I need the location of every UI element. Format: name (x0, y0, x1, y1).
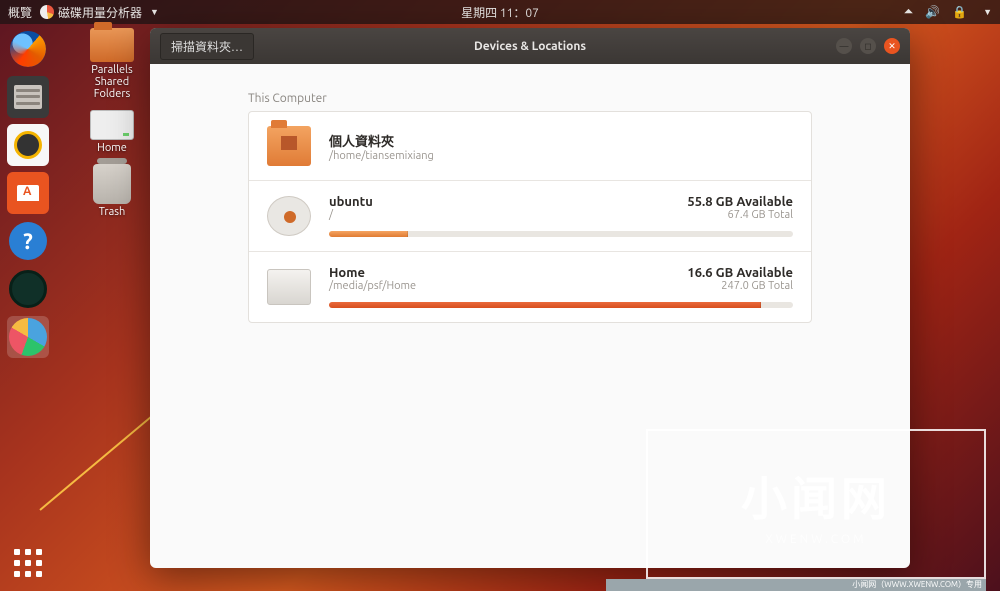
help-icon[interactable]: ? (7, 220, 49, 262)
clocks-icon[interactable] (7, 268, 49, 310)
usage-bar (329, 302, 793, 308)
desktop-trash[interactable]: Trash (93, 164, 131, 218)
disk-usage-analyzer-icon[interactable] (7, 316, 49, 358)
show-applications-button[interactable] (14, 549, 42, 577)
row-name: Home (329, 266, 365, 280)
desktop-icons: Parallels Shared Folders Home Trash (70, 28, 154, 218)
locations-list: 個人資料夾 /home/tiansemixiang ubuntu 55.8 GB… (248, 111, 812, 323)
chevron-down-icon: ▼ (983, 7, 992, 17)
row-total: 247.0 GB Total (721, 280, 793, 292)
row-path: / (329, 209, 333, 221)
network-icon[interactable]: ⏶ (904, 5, 914, 19)
files-icon[interactable] (7, 76, 49, 118)
battery-icon[interactable]: 🔒 (952, 5, 967, 19)
scan-folder-button[interactable]: 掃描資料夾… (160, 33, 254, 60)
row-path: /media/psf/Home (329, 280, 416, 292)
section-header: This Computer (248, 92, 812, 105)
desktop-home-drive[interactable]: Home (90, 110, 134, 154)
row-path: /home/tiansemixiang (329, 150, 434, 162)
watermark: 小闻网 XWENW.COM (646, 429, 986, 579)
minimize-button[interactable]: — (836, 38, 852, 54)
location-row-home-folder[interactable]: 個人資料夾 /home/tiansemixiang (249, 112, 811, 180)
row-available: 55.8 GB Available (687, 195, 793, 209)
top-panel: 概覽 磁碟用量分析器 ▼ 星期四 11：07 ⏶ 🔊 🔒 ▼ (0, 0, 1000, 24)
titlebar[interactable]: 掃描資料夾… Devices & Locations — ◻ ✕ (150, 28, 910, 64)
location-row-home-media[interactable]: Home 16.6 GB Available /media/psf/Home 2… (249, 251, 811, 322)
external-disk-icon (267, 269, 311, 305)
usage-bar (329, 231, 793, 237)
window-title: Devices & Locations (474, 40, 586, 53)
rhythmbox-icon[interactable] (7, 124, 49, 166)
disk-analyzer-icon (40, 5, 54, 19)
maximize-button[interactable]: ◻ (860, 38, 876, 54)
watermark-strip: 小闻网（WWW.XWENW.COM）专用 (606, 579, 986, 591)
disk-icon (267, 196, 311, 236)
app-menu[interactable]: 磁碟用量分析器 ▼ (40, 4, 159, 21)
launcher: ? (4, 28, 52, 358)
row-name: ubuntu (329, 195, 373, 209)
row-total: 67.4 GB Total (728, 209, 794, 221)
location-row-ubuntu[interactable]: ubuntu 55.8 GB Available / 67.4 GB Total (249, 180, 811, 251)
volume-icon[interactable]: 🔊 (925, 5, 940, 19)
activities-button[interactable]: 概覽 (8, 4, 32, 21)
firefox-icon[interactable] (7, 28, 49, 70)
row-available: 16.6 GB Available (687, 266, 793, 280)
desktop-parallels-folder[interactable]: Parallels Shared Folders (90, 28, 134, 100)
clock[interactable]: 星期四 11：07 (461, 4, 539, 21)
software-center-icon[interactable] (7, 172, 49, 214)
decorative-line (39, 413, 155, 511)
row-name: 個人資料夾 (329, 131, 394, 150)
home-folder-icon (267, 126, 311, 166)
chevron-down-icon: ▼ (150, 7, 159, 17)
close-button[interactable]: ✕ (884, 38, 900, 54)
